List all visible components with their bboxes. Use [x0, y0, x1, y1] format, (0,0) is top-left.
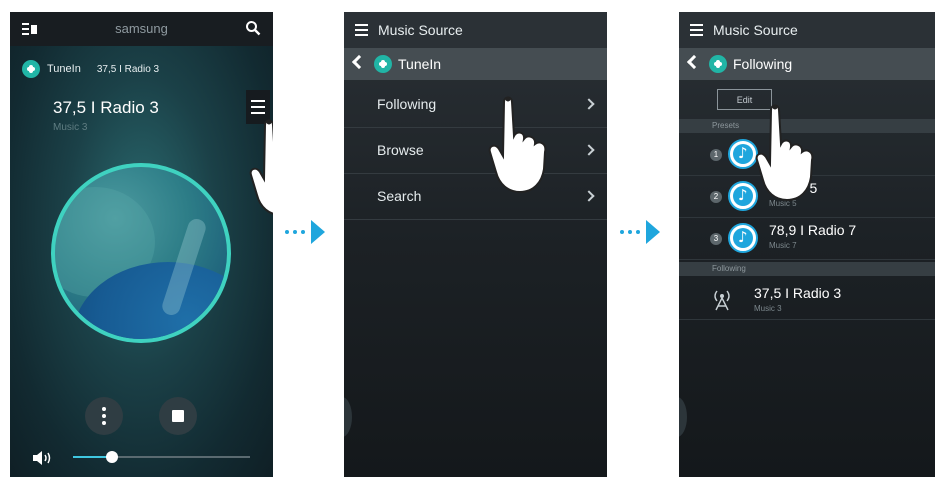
- now-playing-title: 37,5 I Radio 3: [53, 98, 159, 117]
- album-art: [51, 163, 231, 343]
- step-arrow-icon: [285, 220, 325, 244]
- preset-title: Radio 5: [769, 180, 818, 196]
- menu-item-label: Search: [377, 188, 422, 204]
- music-note-icon: ♪: [728, 223, 758, 253]
- search-icon[interactable]: [245, 20, 261, 41]
- preset-item[interactable]: 3 ♪ 78,9 I Radio 7 Music 7: [679, 217, 935, 260]
- step-arrow-icon: [620, 220, 660, 244]
- following-title: 37,5 I Radio 3: [754, 285, 842, 301]
- chevron-right-icon: [583, 98, 595, 110]
- menu-item-following[interactable]: Following: [344, 82, 607, 128]
- following-screen: Music Source Following Edit Presets 1 ♪ …: [679, 12, 935, 477]
- menu-list: Following Browse Search: [344, 82, 607, 220]
- source-row: TuneIn 37,5 I Radio 3: [22, 58, 159, 80]
- stop-button[interactable]: [159, 397, 197, 435]
- volume-icon[interactable]: [33, 451, 53, 470]
- hamburger-menu-icon[interactable]: [355, 24, 368, 39]
- menu-item-label: Following: [377, 96, 437, 112]
- header-title: Music Source: [713, 22, 798, 38]
- back-chevron-icon[interactable]: [351, 54, 367, 70]
- radio-antenna-icon: [714, 290, 730, 311]
- preset-number: 3: [710, 233, 722, 245]
- source-name: TuneIn: [47, 63, 81, 75]
- preset-item[interactable]: 2 ♪ Radio 5 Music 5: [679, 175, 935, 218]
- more-options-button[interactable]: [85, 397, 123, 435]
- preset-item[interactable]: 1 ♪: [679, 133, 935, 176]
- chevron-right-icon: [583, 190, 595, 202]
- edit-button[interactable]: Edit: [717, 89, 772, 110]
- following-item[interactable]: 37,5 I Radio 3 Music 3: [679, 277, 935, 320]
- music-note-icon: ♪: [728, 139, 758, 169]
- music-source-screen: Music Source TuneIn Following Browse Sea…: [344, 12, 607, 477]
- hamburger-menu-icon[interactable]: [690, 24, 703, 39]
- menu-item-browse[interactable]: Browse: [344, 128, 607, 174]
- preset-subtitle: Music 7: [769, 241, 797, 250]
- back-bar[interactable]: Following: [679, 48, 935, 80]
- app-title: samsung: [115, 21, 168, 36]
- volume-slider-knob[interactable]: [105, 451, 118, 463]
- section-header-following: Following: [679, 262, 935, 276]
- back-bar[interactable]: TuneIn: [344, 48, 607, 80]
- header-bar: Music Source: [679, 12, 935, 48]
- header-title: Music Source: [378, 22, 463, 38]
- header-bar: Music Source: [344, 12, 607, 48]
- source-station: 37,5 I Radio 3: [96, 63, 160, 75]
- back-label: Following: [733, 56, 793, 72]
- following-subtitle: Music 3: [754, 304, 782, 313]
- top-bar: samsung: [10, 12, 273, 46]
- tunein-logo-icon: [22, 60, 40, 78]
- tunein-logo-icon: [374, 55, 392, 73]
- preset-number: 2: [710, 191, 722, 203]
- now-playing-subtitle: Music 3: [53, 122, 88, 133]
- tunein-logo-icon: [709, 55, 727, 73]
- menu-button[interactable]: [246, 90, 270, 124]
- section-header-presets: Presets: [679, 119, 935, 133]
- menu-item-search[interactable]: Search: [344, 174, 607, 220]
- preset-subtitle: Music 5: [769, 199, 797, 208]
- back-label: TuneIn: [398, 56, 442, 72]
- back-chevron-icon[interactable]: [686, 54, 702, 70]
- now-playing-screen: samsung TuneIn 37,5 I Radio 3 37,5 I Rad…: [10, 12, 273, 477]
- preset-number: 1: [710, 149, 722, 161]
- menu-item-label: Browse: [377, 142, 424, 158]
- volume-slider[interactable]: [73, 451, 250, 463]
- chevron-right-icon: [583, 144, 595, 156]
- preset-title: 78,9 I Radio 7: [769, 222, 857, 238]
- music-note-icon: ♪: [728, 181, 758, 211]
